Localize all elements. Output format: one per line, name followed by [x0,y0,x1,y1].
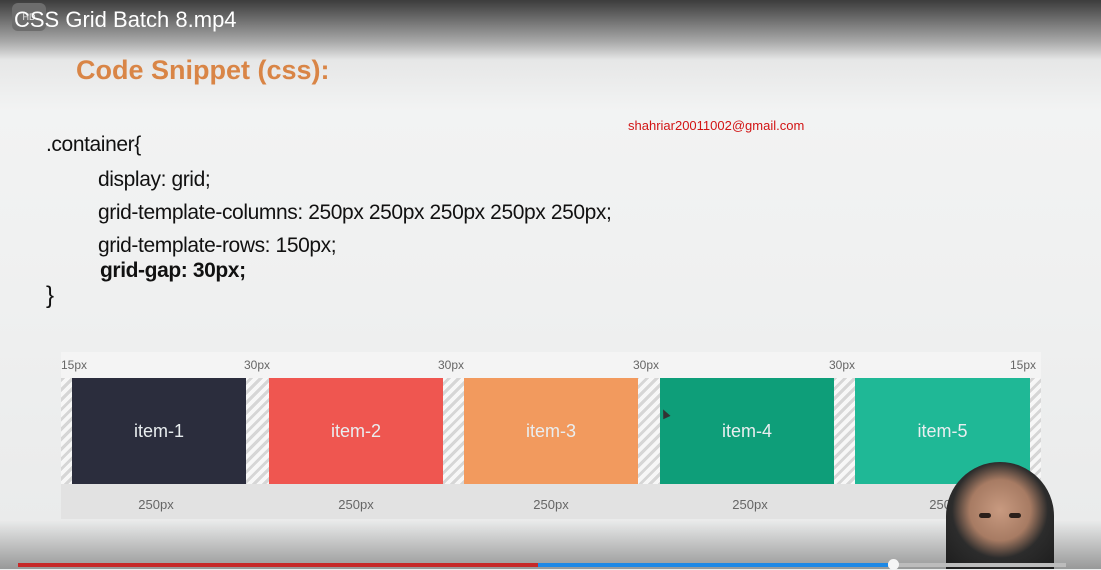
video-frame[interactable]: HD CSS Grid Batch 8.mp4 Code Snippet (cs… [0,0,1101,570]
gap-label: 15px [61,358,88,372]
player-bottom-shade [0,520,1101,569]
presenter-webcam [946,462,1054,569]
code-line-gap: grid-gap: 30px; [100,259,246,282]
grid-item-1: item-1 [72,378,246,484]
presenter-eye [1009,513,1021,518]
code-line-close: } [46,282,54,309]
gap-label: 15px [1010,358,1037,372]
code-line-columns: grid-template-columns: 250px 250px 250px… [98,201,612,224]
grid-item-3: item-3 [464,378,638,484]
code-line-display: display: grid; [98,168,211,191]
code-line-selector: .container{ [46,133,141,156]
grid-item-4: item-4 [660,378,834,484]
size-label: 250px [338,497,374,512]
slide-heading: Code Snippet (css): [76,55,330,85]
video-title: CSS Grid Batch 8.mp4 [14,7,237,32]
grid-diagram: 15px 30px 30px 30px 30px 15px item-1 ite… [61,352,1041,519]
gap-label-band [61,352,1041,378]
gap-label: 30px [633,358,660,372]
size-label: 250px [138,497,174,512]
size-label: 250px [533,497,569,512]
scrubber-handle[interactable] [888,559,899,570]
grid-item-2: item-2 [269,378,443,484]
code-line-rows: grid-template-rows: 150px; [98,234,337,257]
gap-label: 30px [244,358,271,372]
size-label: 250px [732,497,768,512]
gap-label: 30px [438,358,465,372]
presenter-eye [979,513,991,518]
email-watermark: shahriar20011002@gmail.com [628,118,805,133]
progress-played [18,563,538,567]
gap-label: 30px [829,358,856,372]
